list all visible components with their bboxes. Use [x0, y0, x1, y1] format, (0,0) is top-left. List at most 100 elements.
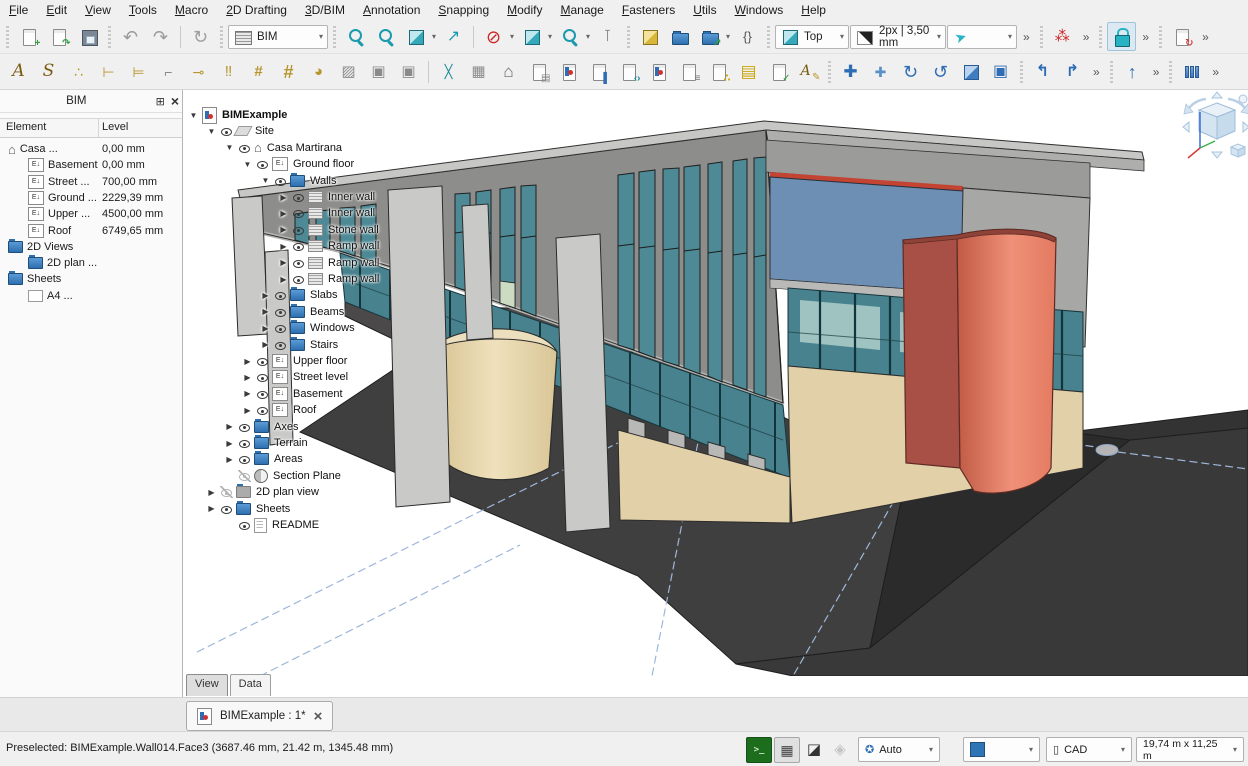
tree-expand-icon[interactable]: ▶ — [206, 488, 217, 497]
materials-button[interactable]: ∴ — [704, 57, 733, 86]
regen-button[interactable]: ↻ — [186, 22, 215, 51]
toolbar-overflow-chevron[interactable]: » — [1207, 65, 1224, 79]
toolbar-overflow-chevron[interactable]: » — [1078, 30, 1095, 44]
tree-item-stone-wall[interactable]: ▶Stone wall — [278, 222, 379, 238]
visibility-eye-icon[interactable] — [292, 273, 305, 285]
audit-check-button[interactable]: ✓ — [764, 57, 793, 86]
panel-row-2d-views[interactable]: 2D Views — [0, 239, 183, 255]
tree-item-2d-plan-view[interactable]: ▶2D plan view — [206, 484, 319, 500]
tab-data[interactable]: Data — [230, 674, 271, 696]
panel-row-upper-[interactable]: E↓Upper ...4500,00 mm — [0, 206, 183, 222]
dim-ordinate-button[interactable]: ⊨ — [124, 57, 153, 86]
reference-sync-button[interactable]: ↻ — [1167, 22, 1196, 51]
tree-item-inner-wall[interactable]: ▶Inner wall — [278, 205, 375, 221]
visibility-eye-icon[interactable] — [274, 339, 287, 351]
view-top-button[interactable]: Top▾ — [775, 25, 849, 49]
save-button[interactable] — [74, 22, 103, 51]
stone-wall-preselected[interactable] — [903, 229, 1056, 493]
layers-doc-button[interactable]: ≡ — [674, 57, 703, 86]
snap-mode-select[interactable]: ✪ Auto ▾ — [858, 737, 940, 762]
tree-item-section-plane[interactable]: Section Plane — [224, 468, 341, 484]
tree-expand-icon[interactable]: ▶ — [260, 324, 271, 333]
annotative-text-button[interactable]: A✎ — [794, 57, 823, 86]
menu-windows[interactable]: Windows — [726, 1, 793, 19]
tree-expand-icon[interactable]: ▶ — [224, 439, 235, 448]
visibility-eye-icon[interactable] — [238, 453, 251, 465]
box-button[interactable] — [956, 57, 985, 86]
panel-row-roof[interactable]: E↓Roof6749,65 mm — [0, 223, 183, 239]
schedule-button[interactable]: ▤ — [734, 57, 763, 86]
tree-expand-icon[interactable]: ▶ — [224, 422, 235, 431]
visibility-eye-icon[interactable] — [238, 437, 251, 449]
rt-zoom-button[interactable]: ▾ — [555, 22, 584, 51]
bim-profiles-button[interactable] — [554, 57, 583, 86]
pins-button[interactable]: ‼ — [214, 57, 243, 86]
visibility-eye-icon[interactable] — [238, 142, 251, 154]
tree-expand-icon[interactable]: ▶ — [278, 258, 289, 267]
tree-item-site[interactable]: ▼Site — [206, 123, 274, 139]
color-select[interactable]: ▾ — [963, 737, 1040, 762]
ucs-next-button[interactable]: ↱ — [1058, 57, 1087, 86]
tree-item-terrain[interactable]: ▶Terrain — [224, 435, 308, 451]
workspace-select[interactable]: BIM▾ — [228, 25, 328, 49]
tree-expand-icon[interactable]: ▶ — [206, 504, 217, 513]
project-browser-button[interactable]: ▤ — [524, 57, 553, 86]
tree-expand-icon[interactable]: ▶ — [278, 242, 289, 251]
visibility-eye-icon[interactable] — [274, 175, 287, 187]
ucs-icon-button[interactable]: ↗ — [439, 22, 468, 51]
menu-fasteners[interactable]: Fasteners — [613, 1, 684, 19]
undo-button[interactable]: ↶ — [116, 22, 145, 51]
paper-size-select[interactable]: 19,74 m x 11,25 m ▾ — [1136, 737, 1244, 762]
visibility-eye-icon[interactable] — [292, 191, 305, 203]
zoom-window-button[interactable] — [371, 22, 400, 51]
tree-item-stairs[interactable]: ▶Stairs — [260, 337, 338, 353]
look-from-button[interactable]: ▾ — [401, 22, 430, 51]
tree-expand-icon[interactable]: ▶ — [278, 225, 289, 234]
visibility-eye-icon[interactable] — [238, 421, 251, 433]
copy-button[interactable]: ✚ — [866, 57, 895, 86]
menu-snapping[interactable]: Snapping — [429, 1, 498, 19]
toolbar-overflow-chevron[interactable]: » — [1137, 30, 1154, 44]
panel-row-sheets[interactable]: Sheets — [0, 271, 183, 287]
visibility-eye-icon[interactable] — [256, 404, 269, 416]
visibility-eye-icon[interactable] — [292, 240, 305, 252]
ucs-prev-button[interactable]: ↰ — [1028, 57, 1057, 86]
tree-item-sheets[interactable]: ▶Sheets — [206, 501, 290, 517]
tree-item-areas[interactable]: ▶Areas — [224, 451, 303, 467]
visibility-eye-icon[interactable] — [238, 470, 251, 482]
visibility-eye-icon[interactable] — [256, 355, 269, 367]
menu-macro[interactable]: Macro — [166, 1, 217, 19]
tree-expand-icon[interactable]: ▶ — [242, 406, 253, 415]
menu-tools[interactable]: Tools — [120, 1, 166, 19]
north-arrow-button[interactable]: ◕ — [304, 57, 333, 86]
open-button[interactable]: ↷ — [44, 22, 73, 51]
dim-aligned-button[interactable]: ∴ — [64, 57, 93, 86]
components-button[interactable] — [635, 22, 664, 51]
redo-button[interactable]: ↷ — [146, 22, 175, 51]
projects-folder-button[interactable] — [665, 22, 694, 51]
tree-expand-icon[interactable]: ▶ — [242, 373, 253, 382]
zoom-extents-button[interactable] — [341, 22, 370, 51]
tree-expand-icon[interactable]: ▼ — [188, 111, 199, 120]
menu-utils[interactable]: Utils — [684, 1, 725, 19]
column-level[interactable]: Level — [102, 121, 128, 133]
drawing-grid-button[interactable]: ▦ — [464, 57, 493, 86]
menu-manage[interactable]: Manage — [551, 1, 612, 19]
tree-item-inner-wall[interactable]: ▶Inner wall — [278, 189, 375, 205]
tree-expand-icon[interactable]: ▶ — [242, 389, 253, 398]
tree-item-slabs[interactable]: ▶Slabs — [260, 287, 338, 303]
structure-connect-button[interactable]: ⁂ — [1048, 22, 1077, 51]
parameters-button[interactable]: {} — [733, 22, 762, 51]
tree-item-axes[interactable]: ▶Axes — [224, 419, 298, 435]
text-style-s-button[interactable]: S — [34, 57, 63, 86]
visibility-eye-icon[interactable] — [220, 486, 233, 498]
dim-angular-button[interactable]: ⌐ — [154, 57, 183, 86]
dim-linear-button[interactable]: ⊢ — [94, 57, 123, 86]
command-line-toggle[interactable]: >_ — [746, 737, 772, 763]
panel-row-basement[interactable]: E↓Basement0,00 mm — [0, 157, 183, 173]
settings-tools-button[interactable]: ╳ — [434, 57, 463, 86]
menu-help[interactable]: Help — [792, 1, 835, 19]
pdf-attach-button[interactable]: ▣ — [394, 57, 423, 86]
orbit-button[interactable]: ↺ — [926, 57, 955, 86]
column-element[interactable]: Element — [6, 121, 46, 133]
